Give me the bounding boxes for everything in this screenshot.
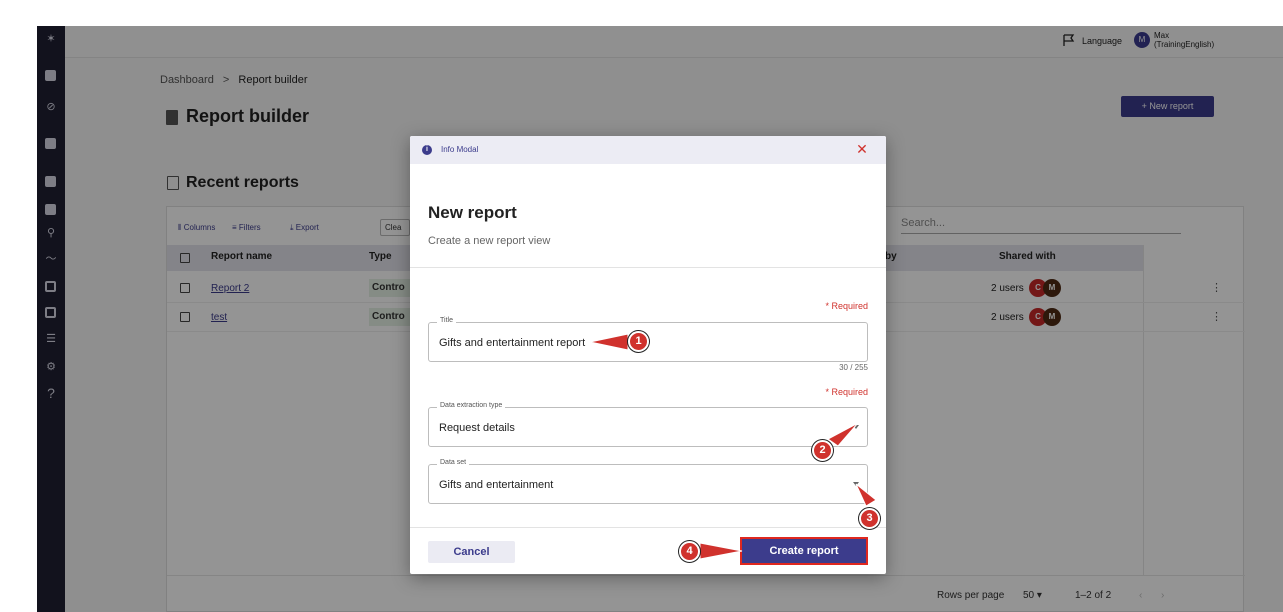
data-set-select[interactable]: Data set Gifts and entertainment [428,459,868,504]
app-window: ✶ ⊘ ⚲ 〜 ☰ ⚙ ? Language M Max (TrainingEn… [37,26,1283,612]
chevron-down-icon[interactable] [853,425,859,429]
modal-header: i Info Modal ✕ [410,136,886,164]
data-set-value: Gifts and entertainment [439,479,554,491]
new-report-modal: i Info Modal ✕ New report Create a new r… [410,136,886,574]
callout-badge-3: 3 [859,508,880,529]
chevron-down-icon[interactable] [853,482,859,486]
data-set-label: Data set [437,459,470,466]
close-icon[interactable]: ✕ [855,142,869,156]
modal-header-label: Info Modal [441,145,479,154]
modal-title: New report [428,203,517,222]
divider [410,527,886,528]
extraction-type-select[interactable]: Data extraction type Request details [428,402,868,447]
extraction-type-value: Request details [439,422,515,434]
modal-subtitle: Create a new report view [428,235,551,247]
title-field-value: Gifts and entertainment report [439,337,586,349]
title-char-counter: 30 / 255 [839,363,868,372]
callout-badge-2: 2 [812,440,833,461]
info-icon: i [422,145,432,155]
required-note: * Required [825,301,868,311]
divider [410,267,886,268]
callout-badge-4: 4 [679,541,700,562]
create-report-button[interactable]: Create report [740,537,868,565]
cancel-button[interactable]: Cancel [428,541,515,563]
callout-badge-1: 1 [628,331,649,352]
title-field-label: Title [437,317,456,324]
required-note: * Required [825,387,868,397]
extraction-type-label: Data extraction type [437,402,506,409]
